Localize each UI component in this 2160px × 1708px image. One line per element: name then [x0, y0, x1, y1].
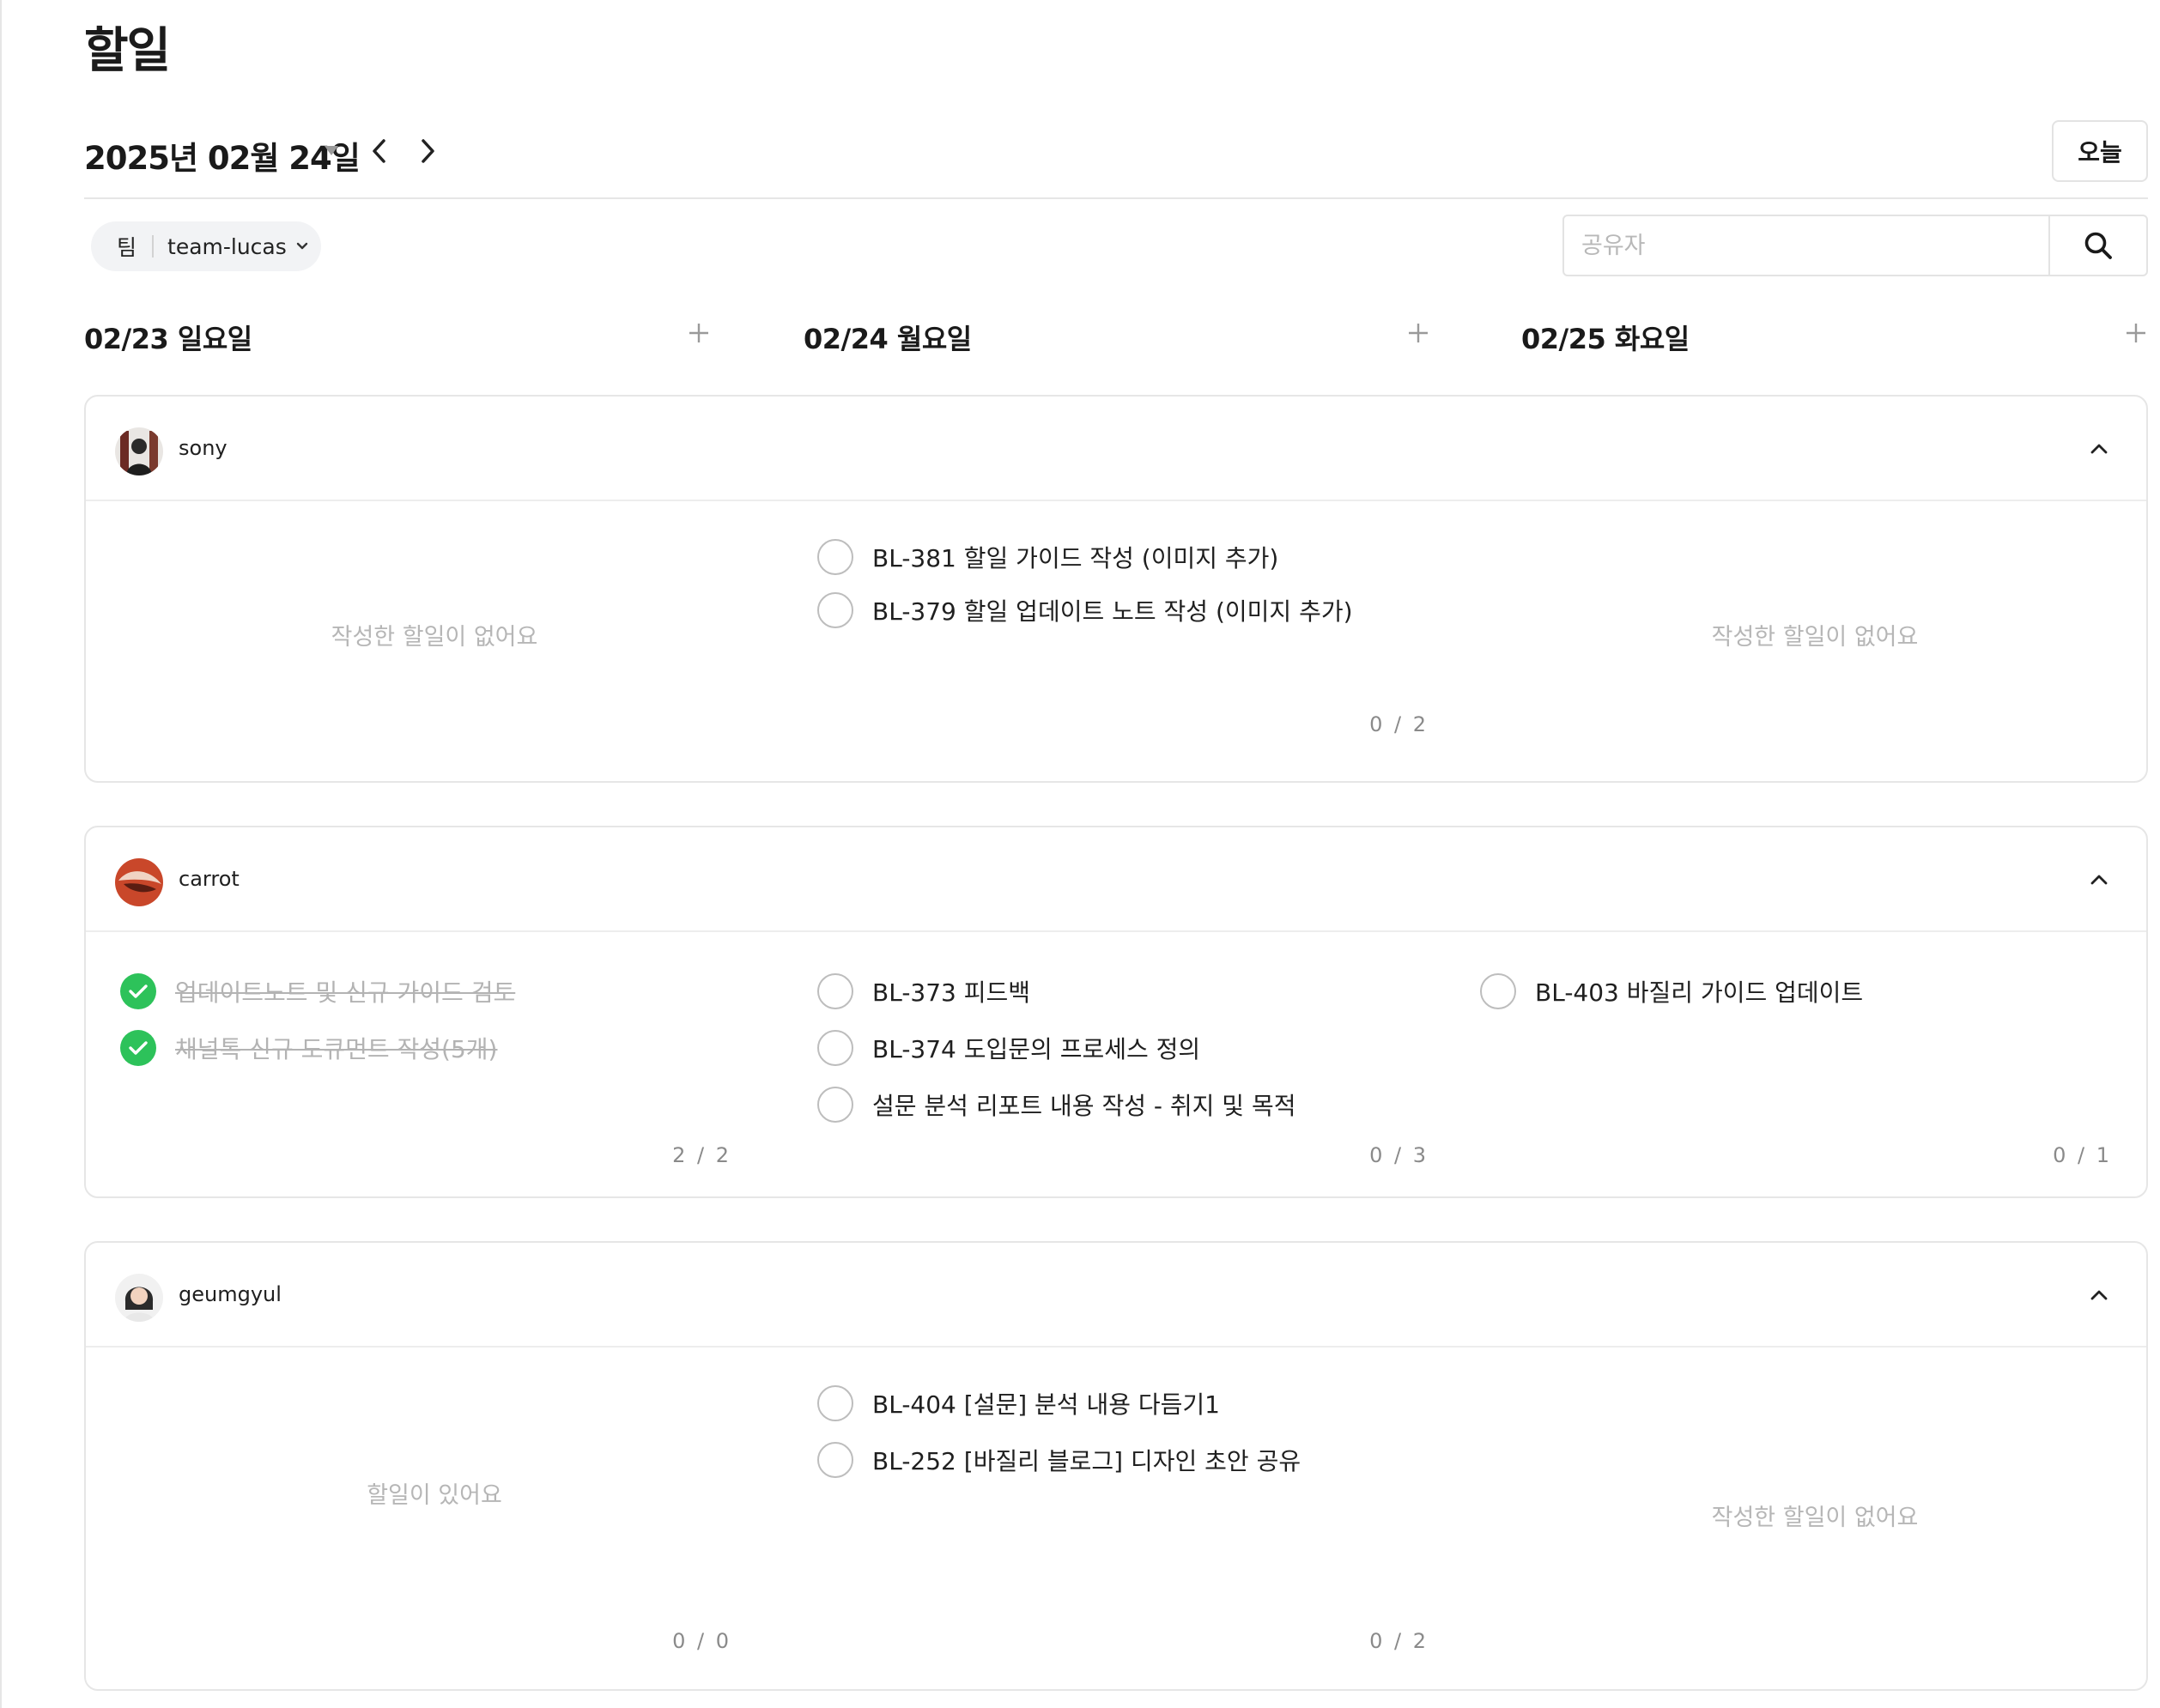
member-card-sony: sony 작성한 할일이 없어요 BL-381 할일 가이드 작성 (이미지 추… [84, 395, 2148, 783]
day-column: 할일이 있어요 0 / 0 [86, 1348, 783, 1691]
member-card-body: 업데이트노트 및 신규 가이드 검토 채널톡 신규 도큐먼트 작성(5개) 2 … [86, 932, 2146, 1198]
chip-divider [152, 235, 155, 257]
todo-counter: 0 / 3 [1369, 1143, 1429, 1167]
chevron-down-icon [296, 242, 307, 250]
team-filter-value: team-lucas [167, 233, 287, 259]
add-todo-plus-icon[interactable] [1406, 321, 1430, 345]
todo-text: 설문 분석 리포트 내용 작성 - 취지 및 목적 [872, 1092, 1296, 1120]
todo-counter: 0 / 0 [672, 1629, 731, 1653]
todo-item[interactable]: 설문 분석 리포트 내용 작성 - 취지 및 목적 [817, 1085, 1295, 1124]
empty-state-text: 작성한 할일이 없어요 [331, 624, 538, 651]
day-column: BL-373 피드백 BL-374 도입문의 프로세스 정의 설문 분석 리포트… [783, 932, 1480, 1198]
todo-item[interactable]: BL-379 할일 업데이트 노트 작성 (이미지 추가) [817, 591, 1353, 630]
day-header-label: 02/23 일요일 [84, 323, 252, 355]
todo-item-completed[interactable]: 업데이트노트 및 신규 가이드 검토 [120, 972, 515, 1011]
chevron-left-icon [373, 139, 385, 163]
day-header-label: 02/24 월요일 [804, 323, 972, 355]
member-card-header[interactable]: geumgyul [86, 1243, 2146, 1348]
check-icon [129, 1041, 148, 1055]
member-card-carrot: carrot 업데이트노트 및 신규 가이드 검토 채널톡 신규 도큐먼트 작성… [84, 826, 2148, 1198]
todo-checkbox[interactable] [817, 1442, 853, 1478]
todo-counter: 0 / 2 [1369, 1629, 1429, 1653]
todo-checkbox[interactable] [817, 592, 853, 628]
search-button[interactable] [2048, 216, 2146, 275]
todo-checkbox-checked[interactable] [120, 1030, 156, 1066]
todo-item[interactable]: BL-373 피드백 [817, 972, 1030, 1011]
prev-day-button[interactable] [364, 134, 395, 168]
todo-counter: 0 / 2 [1369, 712, 1429, 736]
todo-text: BL-373 피드백 [872, 978, 1031, 1007]
team-filter[interactable]: 팀 team-lucas [91, 221, 321, 271]
day-header-0223: 02/23 일요일 [84, 314, 711, 357]
todo-page: 할일 2025년 02월 24일 오늘 팀 team-lucas 02/23 일… [0, 0, 2160, 1708]
day-column: 작성한 할일이 없어요 [86, 501, 783, 783]
todo-checkbox[interactable] [817, 1385, 853, 1421]
next-day-button[interactable] [412, 134, 443, 168]
todo-counter: 2 / 2 [672, 1143, 731, 1167]
member-card-body: 작성한 할일이 없어요 BL-381 할일 가이드 작성 (이미지 추가) BL… [86, 501, 2146, 783]
date-picker-label[interactable]: 2025년 02월 24일 [84, 132, 361, 179]
date-dropdown-caret-icon[interactable] [325, 146, 338, 155]
todo-item[interactable]: BL-381 할일 가이드 작성 (이미지 추가) [817, 537, 1278, 577]
day-column: 작성한 할일이 없어요 [1480, 1348, 2150, 1691]
avatar [115, 1274, 163, 1322]
day-header-0224: 02/24 월요일 [804, 314, 1430, 357]
member-card-geumgyul: geumgyul 할일이 있어요 0 / 0 BL-404 [설문] 분석 내용… [84, 1241, 2148, 1691]
todo-checkbox[interactable] [817, 1030, 853, 1066]
todo-item[interactable]: BL-252 [바질리 블로그] 디자인 초안 공유 [817, 1440, 1301, 1480]
todo-checkbox[interactable] [817, 539, 853, 575]
day-column: BL-403 바질리 가이드 업데이트 0 / 1 [1480, 932, 2150, 1198]
day-column: BL-404 [설문] 분석 내용 다듬기1 BL-252 [바질리 블로그] … [783, 1348, 1480, 1691]
member-card-body: 할일이 있어요 0 / 0 BL-404 [설문] 분석 내용 다듬기1 BL-… [86, 1348, 2146, 1691]
todo-text: BL-381 할일 가이드 작성 (이미지 추가) [872, 544, 1279, 572]
day-column: BL-381 할일 가이드 작성 (이미지 추가) BL-379 할일 업데이트… [783, 501, 1480, 783]
page-title: 할일 [84, 23, 171, 79]
add-todo-plus-icon[interactable] [2124, 321, 2148, 345]
sharer-search-input[interactable] [1564, 216, 2048, 275]
todo-counter: 0 / 1 [2053, 1143, 2112, 1167]
todo-checkbox[interactable] [817, 1087, 853, 1123]
avatar [115, 427, 163, 475]
member-card-header[interactable]: sony [86, 397, 2146, 501]
empty-state-text: 작성한 할일이 없어요 [1711, 1505, 1919, 1531]
todo-text: BL-379 할일 업데이트 노트 작성 (이미지 추가) [872, 597, 1353, 626]
todo-item[interactable]: BL-374 도입문의 프로세스 정의 [817, 1028, 1200, 1068]
avatar [115, 858, 163, 906]
add-todo-plus-icon[interactable] [687, 321, 711, 345]
day-column: 작성한 할일이 없어요 [1480, 501, 2150, 783]
member-name: carrot [179, 867, 240, 891]
chevron-right-icon [422, 139, 434, 163]
chevron-up-icon[interactable] [2084, 434, 2114, 463]
empty-state-text: 할일이 있어요 [367, 1482, 502, 1509]
member-name: geumgyul [179, 1282, 282, 1306]
empty-state-text: 작성한 할일이 없어요 [1711, 624, 1919, 651]
sharer-search [1562, 215, 2148, 276]
todo-checkbox[interactable] [817, 973, 853, 1009]
todo-item[interactable]: BL-404 [설문] 분석 내용 다듬기1 [817, 1384, 1220, 1423]
check-icon [129, 984, 148, 998]
todo-item[interactable]: BL-403 바질리 가이드 업데이트 [1480, 972, 1863, 1011]
left-divider [0, 0, 2, 1708]
todo-checkbox-checked[interactable] [120, 973, 156, 1009]
todo-checkbox[interactable] [1480, 973, 1516, 1009]
todo-text: 채널톡 신규 도큐먼트 작성(5개) [175, 1035, 498, 1063]
day-header-0225: 02/25 화요일 [1521, 314, 2148, 357]
todo-item-completed[interactable]: 채널톡 신규 도큐먼트 작성(5개) [120, 1028, 498, 1068]
todo-text: BL-252 [바질리 블로그] 디자인 초안 공유 [872, 1447, 1301, 1475]
member-card-header[interactable]: carrot [86, 827, 2146, 932]
todo-text: BL-374 도입문의 프로세스 정의 [872, 1035, 1201, 1063]
todo-text: 업데이트노트 및 신규 가이드 검토 [175, 978, 516, 1007]
today-button[interactable]: 오늘 [2052, 120, 2148, 182]
date-navigation: 2025년 02월 24일 오늘 [84, 120, 2148, 199]
day-column: 업데이트노트 및 신규 가이드 검토 채널톡 신규 도큐먼트 작성(5개) 2 … [86, 932, 783, 1198]
todo-text: BL-404 [설문] 분석 내용 다듬기1 [872, 1390, 1220, 1419]
chevron-up-icon[interactable] [2084, 1281, 2114, 1310]
chevron-up-icon[interactable] [2084, 865, 2114, 894]
day-header-label: 02/25 화요일 [1521, 323, 1690, 355]
member-name: sony [179, 436, 228, 460]
todo-text: BL-403 바질리 가이드 업데이트 [1535, 978, 1864, 1007]
team-filter-label: 팀 [117, 235, 137, 260]
search-icon [2084, 232, 2112, 259]
